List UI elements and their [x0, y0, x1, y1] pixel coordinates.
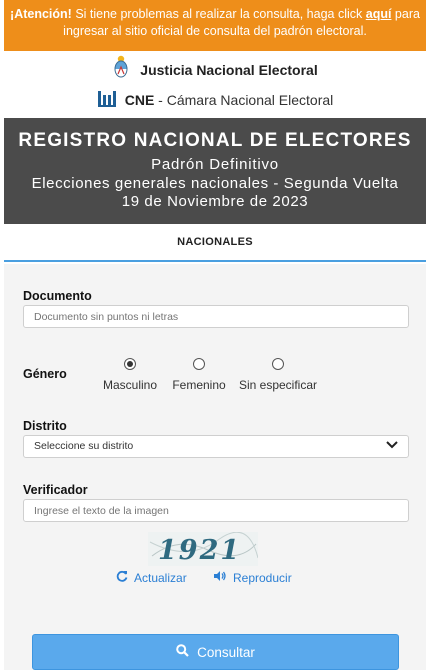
- captcha-text: 1921: [158, 535, 241, 566]
- documento-input[interactable]: [23, 305, 409, 328]
- captcha-image: 1921: [148, 531, 259, 566]
- tab-active-indicator: [4, 260, 426, 262]
- actualizar-label: Actualizar: [134, 570, 187, 585]
- election-name: Elecciones generales nacionales - Segund…: [31, 175, 399, 192]
- volume-icon: [213, 570, 227, 585]
- jne-brand: Justicia Nacional Electoral: [0, 55, 430, 85]
- election-date: 19 de Noviembre de 2023: [121, 193, 309, 210]
- radio-button[interactable]: [193, 358, 205, 370]
- reproducir-link[interactable]: Reproducir: [213, 570, 292, 585]
- reproducir-label: Reproducir: [233, 570, 292, 585]
- genero-label: Género: [23, 367, 67, 381]
- genero-radio-group: Masculino Femenino Sin especificar: [100, 358, 330, 398]
- verificador-input[interactable]: [23, 499, 409, 522]
- alert-text-before: Si tiene problemas al realizar la consul…: [71, 7, 366, 21]
- radio-label: Masculino: [102, 378, 158, 392]
- consulta-form: Documento Género Masculino Femenino Sin …: [4, 264, 426, 670]
- title-banner: REGISTRO NACIONAL DE ELECTORES Padrón De…: [4, 118, 426, 224]
- consultar-label: Consultar: [197, 644, 255, 660]
- tab-nacionales[interactable]: NACIONALES: [4, 236, 426, 248]
- alert-bold: ¡Atención!: [10, 7, 72, 21]
- radio-masculino[interactable]: Masculino: [90, 358, 170, 392]
- page-title: REGISTRO NACIONAL DE ELECTORES: [18, 130, 412, 151]
- cne-full: - Cámara Nacional Electoral: [154, 91, 334, 108]
- actualizar-link[interactable]: Actualizar: [116, 570, 187, 585]
- captcha-actions: Actualizar Reproducir: [4, 570, 426, 590]
- alert-banner: ¡Atención! Si tiene problemas al realiza…: [4, 0, 426, 51]
- distrito-label: Distrito: [23, 419, 67, 433]
- jne-label: Justicia Nacional Electoral: [140, 61, 318, 78]
- radio-button[interactable]: [272, 358, 284, 370]
- cne-abbr: CNE: [124, 91, 155, 108]
- search-icon: [176, 644, 189, 660]
- documento-label: Documento: [23, 289, 92, 303]
- consultar-button[interactable]: Consultar: [32, 634, 399, 670]
- alert-link[interactable]: aquí: [366, 7, 392, 21]
- distrito-value: Seleccione su distrito: [34, 440, 134, 452]
- radio-femenino[interactable]: Femenino: [159, 358, 239, 392]
- chevron-down-icon: [386, 436, 398, 457]
- distrito-select[interactable]: Seleccione su distrito: [23, 435, 409, 458]
- page-subtitle: Padrón Definitivo: [151, 156, 279, 173]
- tab-bar: NACIONALES: [4, 224, 426, 264]
- escudo-icon: [112, 55, 130, 84]
- cne-logo-icon: [97, 88, 117, 111]
- radio-label: Femenino: [172, 378, 226, 392]
- radio-label: Sin especificar: [238, 378, 318, 392]
- cne-brand: CNE - Cámara Nacional Electoral: [0, 88, 430, 114]
- refresh-icon: [116, 570, 128, 585]
- radio-sin-especificar[interactable]: Sin especificar: [238, 358, 318, 392]
- verificador-label: Verificador: [23, 483, 88, 497]
- radio-button[interactable]: [124, 358, 136, 370]
